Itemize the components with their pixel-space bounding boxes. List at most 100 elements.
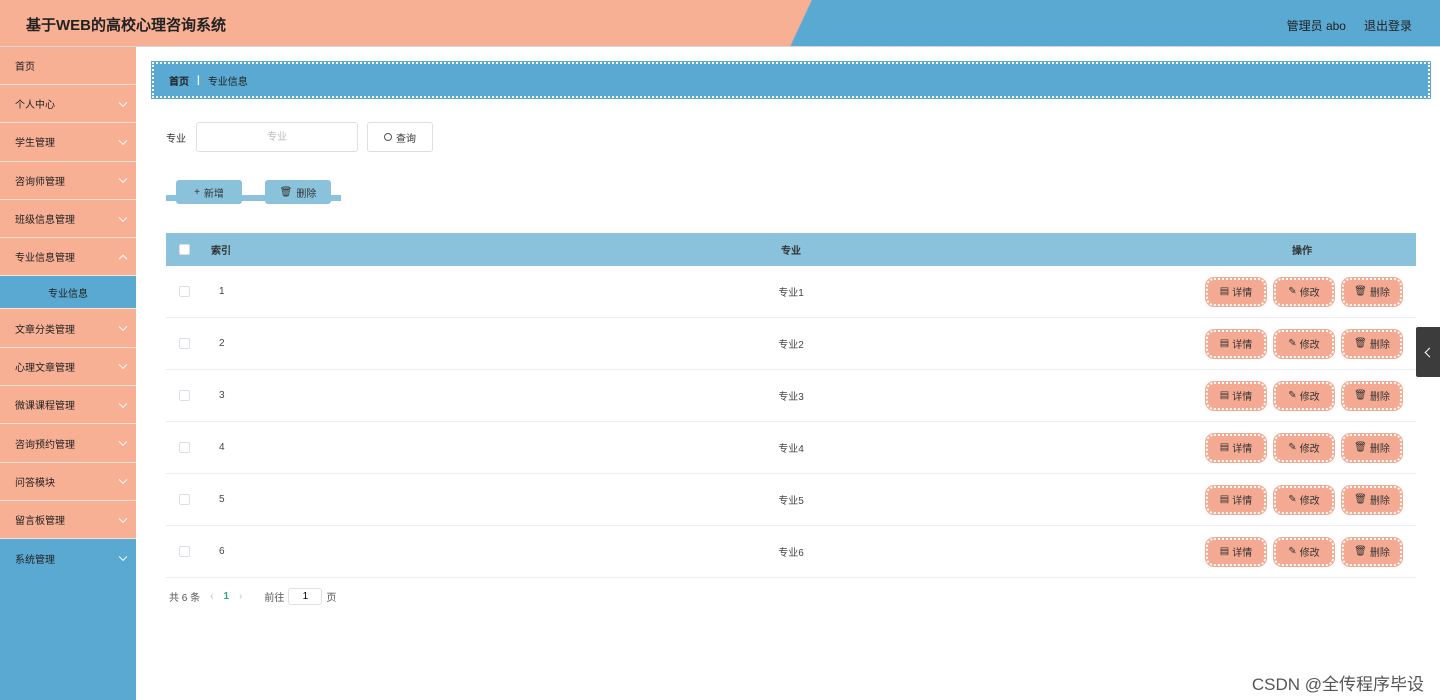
detail-label: 详情 (1232, 288, 1253, 299)
detail-button[interactable]: ▤ 详情 (1205, 380, 1267, 411)
chevron-down-icon (118, 514, 128, 523)
delete-label: 删除 (1369, 444, 1390, 455)
search-button[interactable]: 查询 (367, 122, 433, 152)
edit-button[interactable]: ✎ 修改 (1273, 484, 1335, 515)
row-checkbox[interactable] (179, 286, 190, 297)
row-checkbox[interactable] (179, 390, 190, 401)
sidebar-item-label: 专业信息管理 (15, 253, 75, 265)
row-delete-button[interactable]: 🗑 删除 (1341, 432, 1403, 463)
sidebar-item-personal-center[interactable]: 个人中心 (0, 85, 136, 124)
row-delete-button[interactable]: 🗑 删除 (1341, 536, 1403, 567)
row-delete-button[interactable]: 🗑 删除 (1341, 276, 1403, 307)
detail-icon: ▤ (1219, 286, 1230, 297)
user-name[interactable]: 管理员 abo (1287, 17, 1346, 34)
row-delete-button[interactable]: 🗑 删除 (1341, 328, 1403, 359)
sidebar-item-label: 首页 (15, 62, 35, 73)
row-actions: ▤ 详情 ✎ 修改 🗑 删除 (1205, 484, 1403, 515)
detail-button[interactable]: ▤ 详情 (1205, 328, 1267, 359)
watermark: CSDN @全传程序毕设 (1251, 675, 1424, 694)
chevron-left-icon (1424, 347, 1435, 357)
page-number-current[interactable]: 1 (223, 591, 229, 602)
trash-icon: 🗑 (1354, 494, 1367, 505)
sidebar-item-majors[interactable]: 专业信息管理 (0, 238, 136, 277)
sidebar-item-articles[interactable]: 心理文章管理 (0, 347, 136, 387)
row-actions: ▤ 详情 ✎ 修改 🗑 删除 (1205, 276, 1403, 307)
add-button[interactable]: + 新增 (176, 180, 242, 204)
breadcrumb-home[interactable]: 首页 (169, 73, 189, 88)
major-search-input[interactable] (196, 122, 358, 152)
cell-index: 4 (219, 442, 225, 453)
row-checkbox[interactable] (179, 338, 190, 349)
table-row: 专业3 3 ▤ 详情 ✎ 修改 🗑 删除 (166, 370, 1416, 422)
sidebar-item-qa[interactable]: 问答模块 (0, 462, 136, 501)
prev-page-icon[interactable]: ‹ (210, 591, 213, 602)
goto-page-input[interactable] (288, 588, 323, 605)
sidebar-item-home[interactable]: 首页 (0, 47, 136, 85)
edit-button[interactable]: ✎ 修改 (1273, 432, 1335, 463)
table-header: 专业 索引 操作 (166, 233, 1416, 266)
sidebar-item-label: 班级信息管理 (15, 215, 75, 227)
sidebar-item-students[interactable]: 学生管理 (0, 123, 136, 162)
cell-index: 2 (219, 338, 225, 349)
sidebar-item-counselors[interactable]: 咨询师管理 (0, 161, 136, 200)
delete-button[interactable]: 🗑 删除 (265, 180, 331, 204)
sidebar-item-classes[interactable]: 班级信息管理 (0, 199, 136, 239)
sidebar-item-system[interactable]: 系统管理 (0, 539, 136, 577)
add-button-label: 新增 (203, 188, 224, 200)
pagination-total: 共 6 条 (169, 593, 201, 604)
search-bar: 专业 查询 (166, 122, 433, 152)
edit-button[interactable]: ✎ 修改 (1273, 328, 1335, 359)
edit-button[interactable]: ✎ 修改 (1273, 536, 1335, 567)
sidebar-item-article-categories[interactable]: 文章分类管理 (0, 309, 136, 348)
trash-icon: 🗑 (1354, 338, 1367, 349)
row-checkbox[interactable] (179, 442, 190, 453)
row-actions: ▤ 详情 ✎ 修改 🗑 删除 (1205, 328, 1403, 359)
chevron-down-icon (118, 174, 128, 184)
sidebar-item-appointments[interactable]: 咨询预约管理 (0, 424, 136, 463)
row-delete-button[interactable]: 🗑 删除 (1341, 484, 1403, 515)
next-page-icon[interactable]: › (239, 591, 242, 602)
detail-label: 详情 (1232, 548, 1253, 559)
trash-icon: 🗑 (1354, 442, 1367, 453)
search-label: 专业 (166, 133, 186, 145)
row-checkbox[interactable] (179, 546, 190, 557)
edit-label: 修改 (1299, 496, 1320, 507)
chevron-down-icon (118, 213, 128, 222)
search-icon (384, 133, 392, 141)
side-panel-toggle[interactable] (1416, 327, 1440, 377)
breadcrumb-current: 专业信息 (207, 76, 248, 88)
major-table: 专业 索引 操作 专业1 1 ▤ 详情 ✎ 修改 🗑 删除 专业2 2 ▤ 详情 ✎ 修改… (166, 233, 1416, 578)
edit-button[interactable]: ✎ 修改 (1273, 380, 1335, 411)
row-actions: ▤ 详情 ✎ 修改 🗑 删除 (1205, 536, 1403, 567)
sidebar-subitem-label: 专业信息 (48, 288, 88, 300)
edit-icon: ✎ (1288, 546, 1297, 557)
sidebar-item-message-board[interactable]: 留言板管理 (0, 500, 136, 540)
cell-index: 3 (219, 390, 225, 401)
detail-button[interactable]: ▤ 详情 (1205, 276, 1267, 307)
table-row: 专业2 2 ▤ 详情 ✎ 修改 🗑 删除 (166, 318, 1416, 370)
chevron-down-icon (118, 437, 128, 447)
detail-icon: ▤ (1219, 390, 1230, 401)
delete-label: 删除 (1369, 496, 1390, 507)
cell-index: 6 (219, 546, 225, 557)
logout-link[interactable]: 退出登录 (1364, 17, 1412, 34)
detail-button[interactable]: ▤ 详情 (1205, 432, 1267, 463)
chevron-up-icon (118, 254, 128, 263)
row-delete-button[interactable]: 🗑 删除 (1341, 380, 1403, 411)
chevron-down-icon (118, 136, 128, 145)
top-header: 基于WEB的高校心理咨询系统 管理员 abo 退出登录 (0, 0, 1440, 47)
breadcrumb: 首页 | 专业信息 (151, 61, 1431, 99)
delete-label: 删除 (1369, 392, 1390, 403)
row-checkbox[interactable] (179, 494, 190, 505)
column-header-index: 索引 (211, 246, 231, 257)
trash-icon: 🗑 (1354, 546, 1367, 557)
edit-button[interactable]: ✎ 修改 (1273, 276, 1335, 307)
edit-label: 修改 (1299, 340, 1320, 351)
sidebar-subitem-major-info[interactable]: 专业信息 (0, 276, 136, 310)
chevron-down-icon (118, 98, 128, 107)
table-row: 专业6 6 ▤ 详情 ✎ 修改 🗑 删除 (166, 526, 1416, 578)
detail-button[interactable]: ▤ 详情 (1205, 484, 1267, 515)
delete-label: 删除 (1369, 548, 1390, 559)
detail-button[interactable]: ▤ 详情 (1205, 536, 1267, 567)
sidebar-item-micro-courses[interactable]: 微课课程管理 (0, 386, 136, 425)
